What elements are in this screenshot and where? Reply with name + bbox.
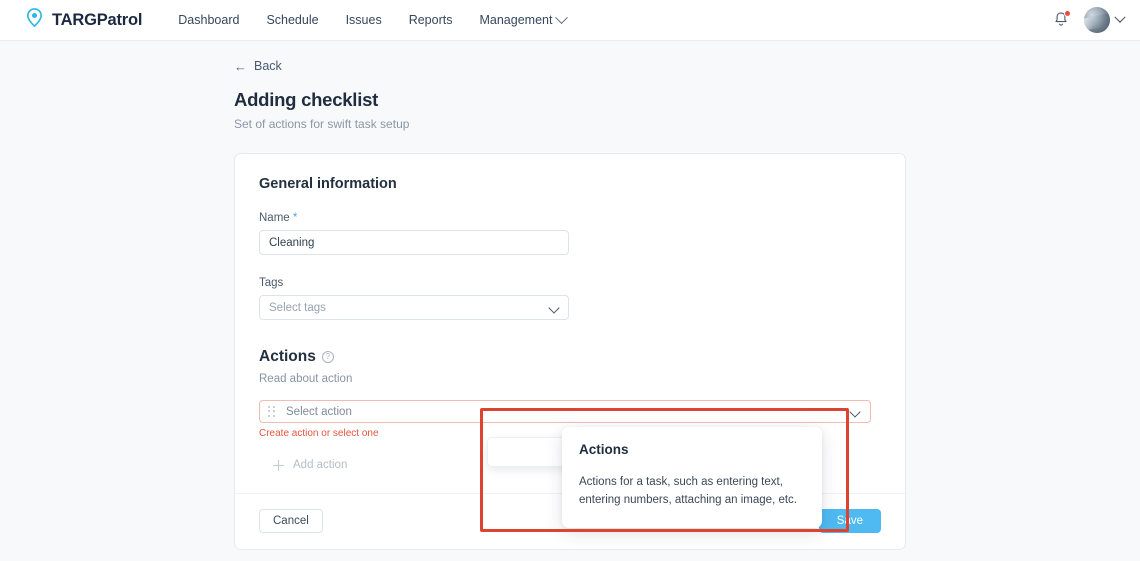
tags-field-label: Tags bbox=[259, 277, 284, 289]
chevron-down-icon bbox=[849, 406, 861, 418]
question-mark-icon[interactable]: ? bbox=[321, 351, 334, 363]
location-pin-icon bbox=[24, 7, 45, 33]
actions-section-header: Actions ? bbox=[259, 348, 881, 366]
card-title: General information bbox=[259, 176, 397, 192]
tooltip-body: Actions for a task, such as entering tex… bbox=[579, 476, 797, 506]
action-row[interactable]: Select action bbox=[259, 400, 871, 423]
general-information-card: General information Name * Tags Select t… bbox=[234, 153, 906, 550]
nav-item-dashboard[interactable]: Dashboard bbox=[178, 13, 239, 27]
tags-select[interactable]: Select tags bbox=[259, 295, 569, 320]
nav-item-management[interactable]: Management bbox=[479, 10, 569, 27]
page-title: Adding checklist bbox=[234, 89, 379, 110]
cancel-button[interactable]: Cancel bbox=[259, 509, 323, 533]
nav-item-label: Dashboard bbox=[178, 13, 240, 27]
notifications-button[interactable] bbox=[1052, 10, 1071, 30]
content-column: ← Back Adding checklist Set of actions f… bbox=[234, 59, 906, 550]
nav-item-schedule[interactable]: Schedule bbox=[266, 13, 318, 27]
drag-handle-icon[interactable] bbox=[268, 405, 278, 418]
page-body: ← Back Adding checklist Set of actions f… bbox=[0, 59, 1140, 550]
brand-logo[interactable]: TARGPatrol bbox=[24, 7, 142, 33]
action-select-placeholder: Select action bbox=[286, 405, 352, 418]
nav-item-label: Reports bbox=[408, 13, 453, 27]
page-subtitle: Set of actions for swift task setup bbox=[234, 117, 410, 131]
plus-icon bbox=[273, 459, 284, 471]
avatar bbox=[1084, 7, 1110, 33]
main-nav: Dashboard Schedule Issues Reports Manage… bbox=[178, 10, 569, 27]
nav-item-reports[interactable]: Reports bbox=[409, 13, 453, 27]
chevron-down-icon bbox=[548, 302, 560, 314]
actions-help-tooltip: Actions Actions for a task, such as ente… bbox=[562, 427, 822, 528]
nav-item-issues[interactable]: Issues bbox=[346, 13, 382, 27]
back-link-label: Back bbox=[254, 59, 282, 73]
notification-badge-dot bbox=[1064, 10, 1071, 17]
name-input[interactable] bbox=[259, 230, 569, 255]
add-action-button[interactable]: Add action bbox=[259, 459, 347, 471]
add-action-label: Add action bbox=[293, 459, 348, 471]
required-marker: * bbox=[292, 212, 298, 224]
read-about-actions-link[interactable]: Read about action bbox=[259, 373, 352, 385]
chevron-down-icon bbox=[555, 10, 569, 24]
nav-item-label: Issues bbox=[345, 13, 382, 27]
save-button[interactable]: Save bbox=[818, 509, 881, 533]
nav-item-label: Management bbox=[479, 13, 553, 27]
top-navigation-bar: TARGPatrol Dashboard Schedule Issues Rep… bbox=[0, 0, 1140, 41]
tooltip-title: Actions bbox=[579, 442, 629, 457]
actions-section-title: Actions bbox=[259, 348, 316, 365]
name-field-label: Name * bbox=[259, 212, 881, 224]
topbar-right-cluster bbox=[1052, 7, 1126, 33]
brand-name: TARGPatrol bbox=[52, 10, 143, 29]
nav-item-label: Schedule bbox=[266, 13, 319, 27]
chevron-down-icon bbox=[1114, 11, 1126, 23]
tags-dropdown-panel[interactable] bbox=[487, 437, 573, 467]
arrow-left-icon: ← bbox=[234, 58, 247, 74]
tags-select-placeholder: Select tags bbox=[269, 301, 326, 314]
account-menu[interactable] bbox=[1084, 7, 1126, 33]
name-label-text: Name bbox=[259, 212, 290, 224]
back-link[interactable]: ← Back bbox=[234, 59, 282, 73]
